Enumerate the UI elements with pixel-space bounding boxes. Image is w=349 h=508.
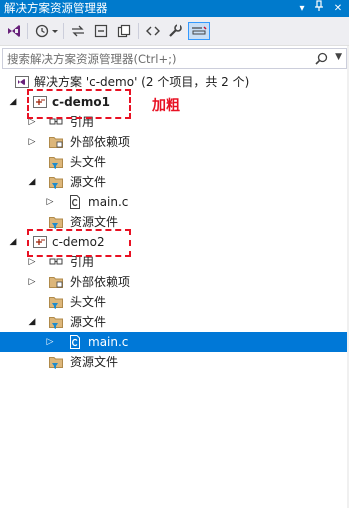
filter-folder-icon <box>48 174 64 190</box>
c-file-icon <box>67 334 83 350</box>
collapsed-arrow-icon[interactable]: ▷ <box>44 195 56 209</box>
folder-icon <box>48 134 64 150</box>
external-deps-label: 外部依赖项 <box>70 275 131 289</box>
folder-icon <box>48 274 64 290</box>
solution-icon <box>14 74 30 90</box>
sources-label: 源文件 <box>70 175 107 189</box>
annotation-bold-label: 加粗 <box>152 98 180 114</box>
main-c-label: main.c <box>88 335 129 349</box>
collapsed-arrow-icon[interactable]: ▷ <box>26 135 38 149</box>
panel-title: 解决方案资源管理器 <box>4 1 108 15</box>
tree-row-resources[interactable]: 资源文件 <box>0 352 349 372</box>
collapsed-arrow-icon[interactable]: ▷ <box>26 255 38 269</box>
sources-label: 源文件 <box>70 315 107 329</box>
sync-icon[interactable] <box>69 22 87 40</box>
search-input[interactable] <box>7 51 307 66</box>
search-icon[interactable] <box>315 52 328 68</box>
code-icon[interactable] <box>144 22 162 40</box>
c-file-icon <box>67 194 83 210</box>
headers-label: 头文件 <box>70 155 107 169</box>
resources-label: 资源文件 <box>70 355 119 369</box>
expanded-arrow-icon[interactable]: ◢ <box>7 95 19 109</box>
filter-folder-icon <box>48 294 64 310</box>
tree-row-headers[interactable]: 头文件 <box>0 292 349 312</box>
history-icon[interactable] <box>33 22 51 40</box>
annotation-box-project1 <box>27 89 131 119</box>
panel-titlebar: 解决方案资源管理器 ▾ ✕ <box>0 0 349 17</box>
external-deps-label: 外部依赖项 <box>70 135 131 149</box>
filter-folder-icon <box>48 214 64 230</box>
tree-row-headers[interactable]: 头文件 <box>0 152 349 172</box>
search-options-icon[interactable]: ▼ <box>335 52 342 62</box>
pin-icon[interactable] <box>311 0 327 17</box>
tree-row-sources[interactable]: ◢ 源文件 <box>0 172 349 192</box>
chevron-down-icon[interactable] <box>50 22 60 40</box>
dropdown-icon[interactable]: ▾ <box>294 0 310 17</box>
filter-folder-icon <box>48 154 64 170</box>
tree-row-sources[interactable]: ◢ 源文件 <box>0 312 349 332</box>
headers-label: 头文件 <box>70 295 107 309</box>
collapse-icon[interactable] <box>92 22 110 40</box>
expanded-arrow-icon[interactable]: ◢ <box>26 315 38 329</box>
main-c-label: main.c <box>88 195 129 209</box>
collapsed-arrow-icon[interactable]: ▷ <box>44 335 56 349</box>
vs-icon[interactable] <box>5 22 23 40</box>
toolbar <box>0 17 349 46</box>
expanded-arrow-icon[interactable]: ◢ <box>7 235 19 249</box>
filter-folder-icon <box>48 314 64 330</box>
tree-row-main-c-selected[interactable]: ▷ main.c <box>0 332 349 352</box>
resources-label: 资源文件 <box>70 215 119 229</box>
close-icon[interactable]: ✕ <box>330 0 346 17</box>
collapsed-arrow-icon[interactable]: ▷ <box>26 275 38 289</box>
annotation-box-project2 <box>27 229 131 257</box>
expanded-arrow-icon[interactable]: ◢ <box>26 175 38 189</box>
search-box[interactable]: ▼ <box>2 48 347 69</box>
filter-folder-icon <box>48 354 64 370</box>
pages-icon[interactable] <box>115 22 133 40</box>
tree-row-external-deps[interactable]: ▷ 外部依赖项 <box>0 132 349 152</box>
wrench-icon[interactable] <box>166 22 184 40</box>
tree-row-main-c[interactable]: ▷ main.c <box>0 192 349 212</box>
preview-icon[interactable] <box>188 22 210 40</box>
tree-row-external-deps[interactable]: ▷ 外部依赖项 <box>0 272 349 292</box>
solution-label: 解决方案 'c-demo' (2 个项目，共 2 个) <box>34 75 250 89</box>
